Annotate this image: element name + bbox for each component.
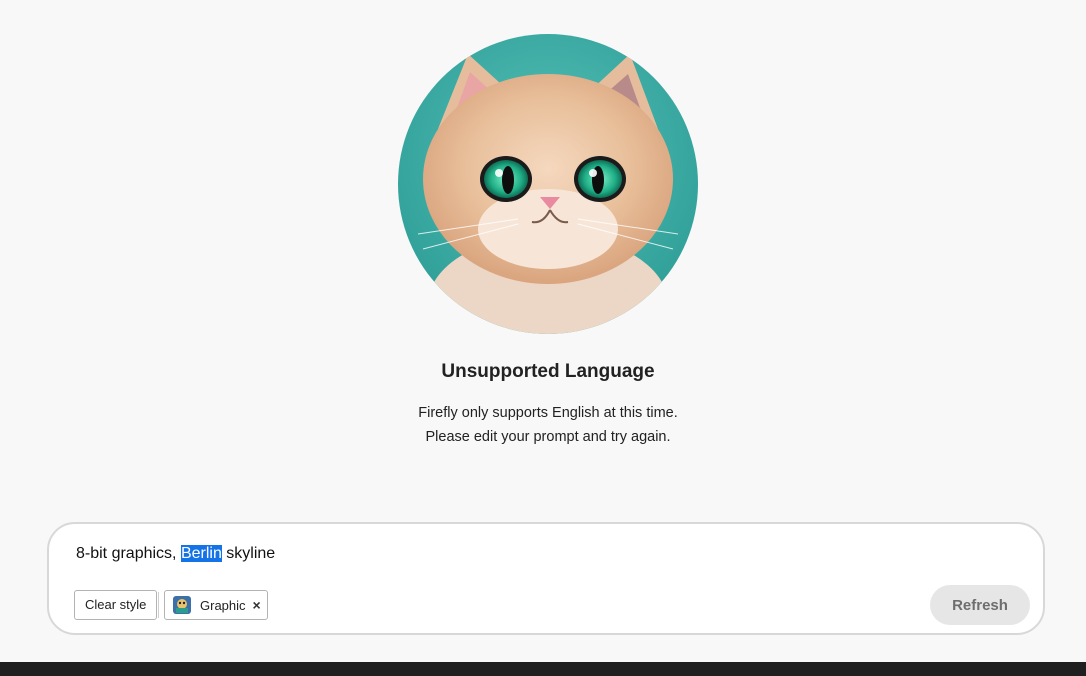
error-title: Unsupported Language [441,361,655,382]
graphic-style-thumbnail-icon [173,596,191,614]
style-chip-graphic[interactable]: Graphic × [164,590,268,620]
error-message-line-1: Firefly only supports English at this ti… [418,405,678,421]
refresh-button[interactable]: Refresh [930,585,1030,625]
close-icon[interactable]: × [253,597,261,613]
prompt-text-after: skyline [221,545,276,562]
toolbar-divider [158,592,159,618]
prompt-panel: 8-bit graphics, Berlin skyline Clear sty… [47,522,1045,635]
taskbar-edge [0,662,1086,676]
clear-style-button[interactable]: Clear style [74,590,158,620]
firefly-page: Unsupported Language Firefly only suppor… [0,0,1086,676]
prompt-input[interactable]: 8-bit graphics, Berlin skyline [76,545,275,563]
prompt-text-selection: Berlin [180,545,222,562]
error-message: Firefly only supports English at this ti… [0,401,1086,449]
style-chip-label: Graphic [200,597,246,613]
cat-illustration [398,34,698,334]
error-message-line-2: Please edit your prompt and try again. [425,429,671,445]
prompt-text-before: 8-bit graphics, [76,545,181,562]
